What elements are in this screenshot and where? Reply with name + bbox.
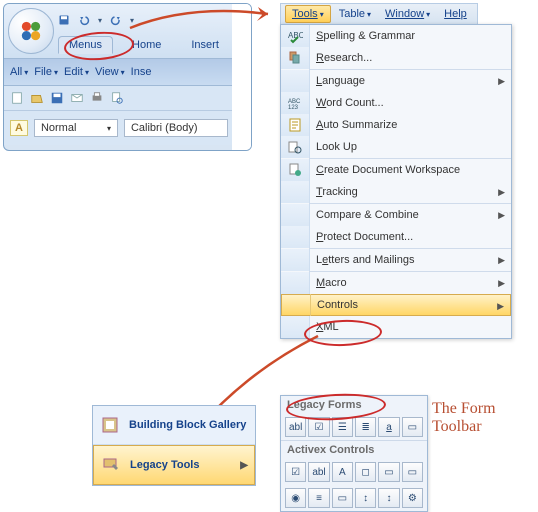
menu-edit[interactable]: Edit▾ — [64, 66, 89, 78]
ax-textbox[interactable]: abl — [308, 462, 329, 482]
menubar-help[interactable]: Help — [438, 6, 473, 22]
menubar-table[interactable]: Table▾ — [333, 6, 377, 22]
undo-icon[interactable] — [78, 14, 90, 26]
undo-dropdown-icon[interactable]: ▾ — [98, 16, 102, 25]
controls-submenu: Building Block Gallery Legacy Tools ▶ — [92, 405, 256, 486]
activex-header: Activex Controls — [281, 441, 427, 459]
printpreview-icon[interactable] — [110, 91, 124, 105]
ax-option[interactable]: ◉ — [285, 488, 306, 508]
spellcheck-icon: ABC — [287, 28, 303, 44]
lookup-icon — [287, 139, 303, 155]
legacy-tools[interactable]: Legacy Tools ▶ — [93, 445, 255, 485]
menu-wordcount[interactable]: ABC123Word Count... — [281, 92, 511, 114]
bbgallery-icon — [100, 414, 122, 436]
menu-research[interactable]: Research... — [281, 47, 511, 69]
menubar: Tools▾ Table▾ Window▾ Help — [280, 3, 478, 25]
arrow-to-tools — [120, 6, 290, 36]
style-a-icon: A — [10, 120, 28, 136]
menu-file[interactable]: File▾ — [34, 66, 58, 78]
new-doc-icon[interactable] — [10, 91, 24, 105]
save-icon-2[interactable] — [50, 91, 64, 105]
ax-combobox[interactable]: ◻ — [355, 462, 376, 482]
menu-insert-cut[interactable]: Inse — [131, 66, 152, 78]
tools-dropdown: ABCSSpelling & Grammarpelling & Grammar … — [280, 24, 512, 339]
ax-checkbox[interactable]: ☑ — [285, 462, 306, 482]
menubar-window[interactable]: Window▾ — [379, 6, 436, 22]
menu-view[interactable]: View▾ — [95, 66, 125, 78]
menu-language[interactable]: Language▶ — [281, 70, 511, 92]
style-selector[interactable]: Normal▾ — [34, 119, 118, 137]
ax-listbox[interactable]: ≡ — [308, 488, 329, 508]
activex-row-1: ☑ abl A ◻ ▭ ▭ — [281, 459, 427, 485]
menus-row: All▾ File▾ Edit▾ View▾ Inse — [4, 59, 251, 86]
workspace-icon — [287, 162, 303, 178]
form-shading[interactable]: a — [378, 417, 399, 437]
menu-letters-mailings[interactable]: Letters and Mailings▶ — [281, 249, 511, 271]
wordcount-icon: ABC123 — [287, 95, 303, 111]
autosum-icon — [287, 117, 303, 133]
ax-label[interactable]: A — [332, 462, 353, 482]
ax-button[interactable]: ▭ — [402, 462, 423, 482]
svg-text:123: 123 — [288, 105, 299, 111]
save-icon[interactable] — [58, 14, 70, 26]
menu-macro[interactable]: Macro▶ — [281, 272, 511, 294]
ax-image[interactable]: ▭ — [378, 462, 399, 482]
office-button[interactable] — [8, 8, 54, 54]
ax-more[interactable]: ⚙ — [402, 488, 423, 508]
menu-protect[interactable]: Protect Document... — [281, 226, 511, 248]
form-reset[interactable]: ▭ — [402, 417, 423, 437]
ax-spin[interactable]: ↕ — [355, 488, 376, 508]
menu-controls[interactable]: Controls▶ — [281, 294, 511, 316]
font-selector[interactable]: Calibri (Body) — [124, 119, 228, 137]
tab-insert[interactable]: Insert — [180, 36, 230, 54]
office-logo-icon — [20, 20, 42, 42]
toolbar-row — [4, 86, 251, 111]
menu-create-doc-workspace[interactable]: Create Document Workspace — [281, 159, 511, 181]
menu-compare[interactable]: Compare & Combine▶ — [281, 204, 511, 226]
form-frame[interactable]: ≣ — [355, 417, 376, 437]
ax-scrollbar[interactable]: ↕ — [378, 488, 399, 508]
menu-tracking[interactable]: Tracking▶ — [281, 181, 511, 203]
print-icon[interactable] — [90, 91, 104, 105]
mail-icon[interactable] — [70, 91, 84, 105]
form-text-field[interactable]: abl — [285, 417, 306, 437]
ax-toggle[interactable]: ▭ — [332, 488, 353, 508]
annotation-label: The Form Toolbar — [432, 400, 538, 436]
menu-all[interactable]: All▾ — [10, 66, 28, 78]
building-block-gallery[interactable]: Building Block Gallery — [93, 406, 255, 445]
menu-autosummarize[interactable]: Auto Summarize — [281, 114, 511, 136]
menu-lookup[interactable]: Look Up — [281, 136, 511, 158]
menubar-tools[interactable]: Tools▾ — [285, 5, 331, 23]
style-row: A Normal▾ Calibri (Body) — [4, 111, 251, 145]
research-icon — [287, 50, 303, 66]
menu-spelling[interactable]: ABCSSpelling & Grammarpelling & Grammar — [281, 25, 511, 47]
legacytools-icon — [101, 454, 123, 476]
open-icon[interactable] — [30, 91, 44, 105]
activex-row-2: ◉ ≡ ▭ ↕ ↕ ⚙ — [281, 485, 427, 511]
